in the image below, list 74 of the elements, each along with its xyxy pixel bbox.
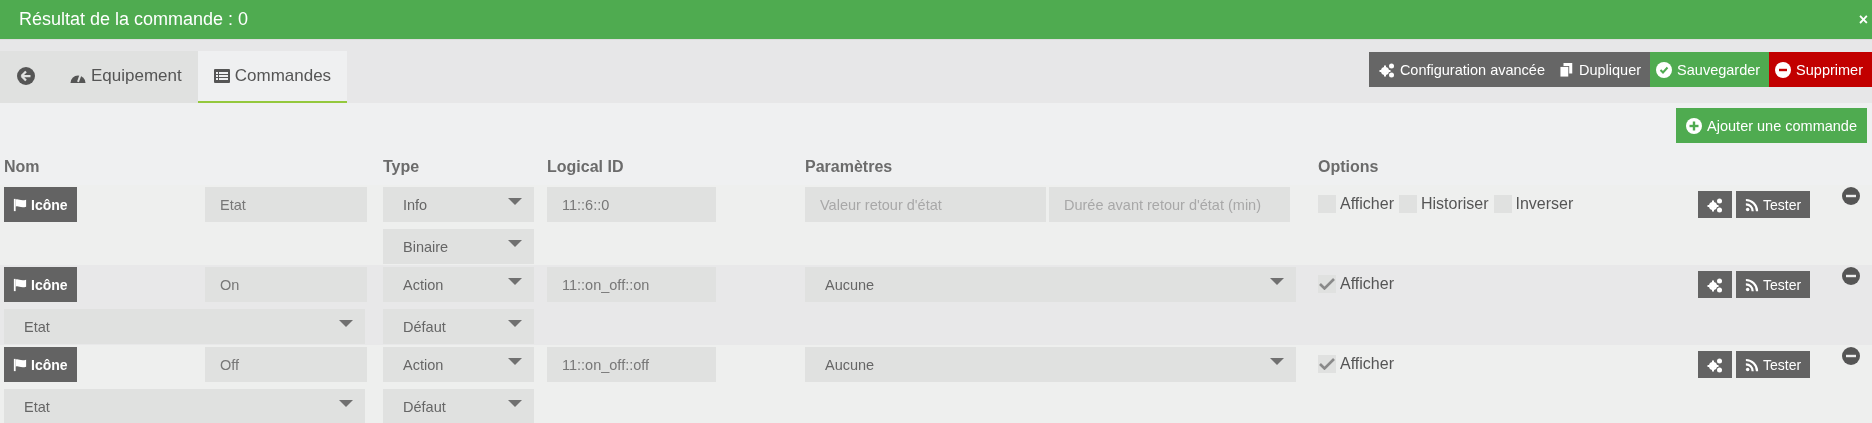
checkbox[interactable] xyxy=(1318,355,1336,373)
option-label: Inverser xyxy=(1515,195,1574,213)
option-label: Afficher xyxy=(1340,355,1394,373)
caret-icon xyxy=(1270,278,1284,285)
plus-circle-icon xyxy=(1686,117,1703,134)
caret-icon xyxy=(508,278,522,285)
name-field[interactable]: On xyxy=(205,267,367,302)
parameter-select[interactable]: Aucune xyxy=(805,347,1296,382)
caret-icon xyxy=(1270,358,1284,365)
caret-icon xyxy=(508,400,522,407)
remove-icon[interactable] xyxy=(1842,347,1860,365)
column-header: Logical ID xyxy=(547,158,625,176)
test-button[interactable]: Tester xyxy=(1736,271,1811,298)
flag-icon xyxy=(13,357,27,372)
type-select[interactable]: Action xyxy=(383,347,534,382)
list-icon xyxy=(213,68,230,84)
rss-icon xyxy=(1745,197,1759,212)
option-label: Afficher xyxy=(1340,195,1394,213)
name-field[interactable]: Off xyxy=(205,347,367,382)
caret-icon xyxy=(508,198,522,205)
logical-id-field[interactable]: 11::6::0 xyxy=(547,187,716,222)
subtype-select[interactable]: Défaut xyxy=(383,389,534,423)
check-circle-icon xyxy=(1656,61,1673,78)
name-field[interactable]: Etat xyxy=(205,187,367,222)
remove-icon[interactable] xyxy=(1842,187,1860,205)
flag-icon xyxy=(13,197,27,212)
logical-id-field[interactable]: 11::on_off::off xyxy=(547,347,716,382)
parameter-field[interactable]: Durée avant retour d'état (min) xyxy=(1049,187,1290,222)
add-command-button[interactable]: Ajouter une commande xyxy=(1676,108,1867,143)
column-header: Type xyxy=(383,158,421,176)
column-header: Paramètres xyxy=(805,158,894,176)
tab[interactable]: Equipement xyxy=(54,51,198,103)
caret-icon xyxy=(508,320,522,327)
duplicate-button[interactable]: Dupliquer xyxy=(1554,52,1651,87)
subtype-select[interactable]: Binaire xyxy=(383,229,534,264)
rss-icon xyxy=(1745,277,1759,292)
caret-icon xyxy=(339,400,353,407)
type-select[interactable]: Action xyxy=(383,267,534,302)
option-label: Afficher xyxy=(1340,275,1394,293)
column-header: Options xyxy=(1318,158,1380,176)
icon-button[interactable]: Icône xyxy=(4,347,77,382)
test-button[interactable]: Tester xyxy=(1736,351,1811,378)
test-button[interactable]: Tester xyxy=(1736,191,1811,218)
checkbox[interactable] xyxy=(1318,275,1336,293)
delete-button[interactable]: Supprimer xyxy=(1769,52,1872,87)
tab[interactable]: Commandes xyxy=(197,51,348,103)
caret-icon xyxy=(339,320,353,327)
flag-icon xyxy=(13,277,27,292)
option-label: Historiser xyxy=(1420,195,1489,213)
type-select[interactable]: Info xyxy=(383,187,534,222)
column-header: Nom xyxy=(4,158,41,176)
settings-button[interactable] xyxy=(1698,271,1732,298)
icon-button[interactable]: Icône xyxy=(4,267,77,302)
settings-button[interactable] xyxy=(1698,191,1732,218)
remove-icon[interactable] xyxy=(1842,267,1860,285)
subtype-select[interactable]: Défaut xyxy=(383,309,534,344)
parameter-select[interactable]: Aucune xyxy=(805,267,1296,302)
value-select[interactable]: Etat xyxy=(4,309,365,344)
config-button[interactable]: Configuration avancée xyxy=(1368,52,1554,87)
banner-text: Résultat de la commande : 0 xyxy=(19,9,249,30)
close-button[interactable]: × xyxy=(1858,10,1868,29)
save-button[interactable]: Sauvegarder xyxy=(1650,52,1770,87)
value-select[interactable]: Etat xyxy=(4,389,365,423)
caret-icon xyxy=(508,240,522,247)
back-tab[interactable] xyxy=(0,51,54,103)
icon-button[interactable]: Icône xyxy=(4,187,77,222)
parameter-field[interactable]: Valeur retour d'état xyxy=(805,187,1046,222)
caret-icon xyxy=(508,358,522,365)
logical-id-field[interactable]: 11::on_off::on xyxy=(547,267,716,302)
settings-button[interactable] xyxy=(1698,351,1732,378)
minus-circle-icon xyxy=(1775,61,1792,78)
back-arrow-icon xyxy=(17,67,35,85)
copy-icon xyxy=(1560,61,1574,78)
rss-icon xyxy=(1745,357,1759,372)
